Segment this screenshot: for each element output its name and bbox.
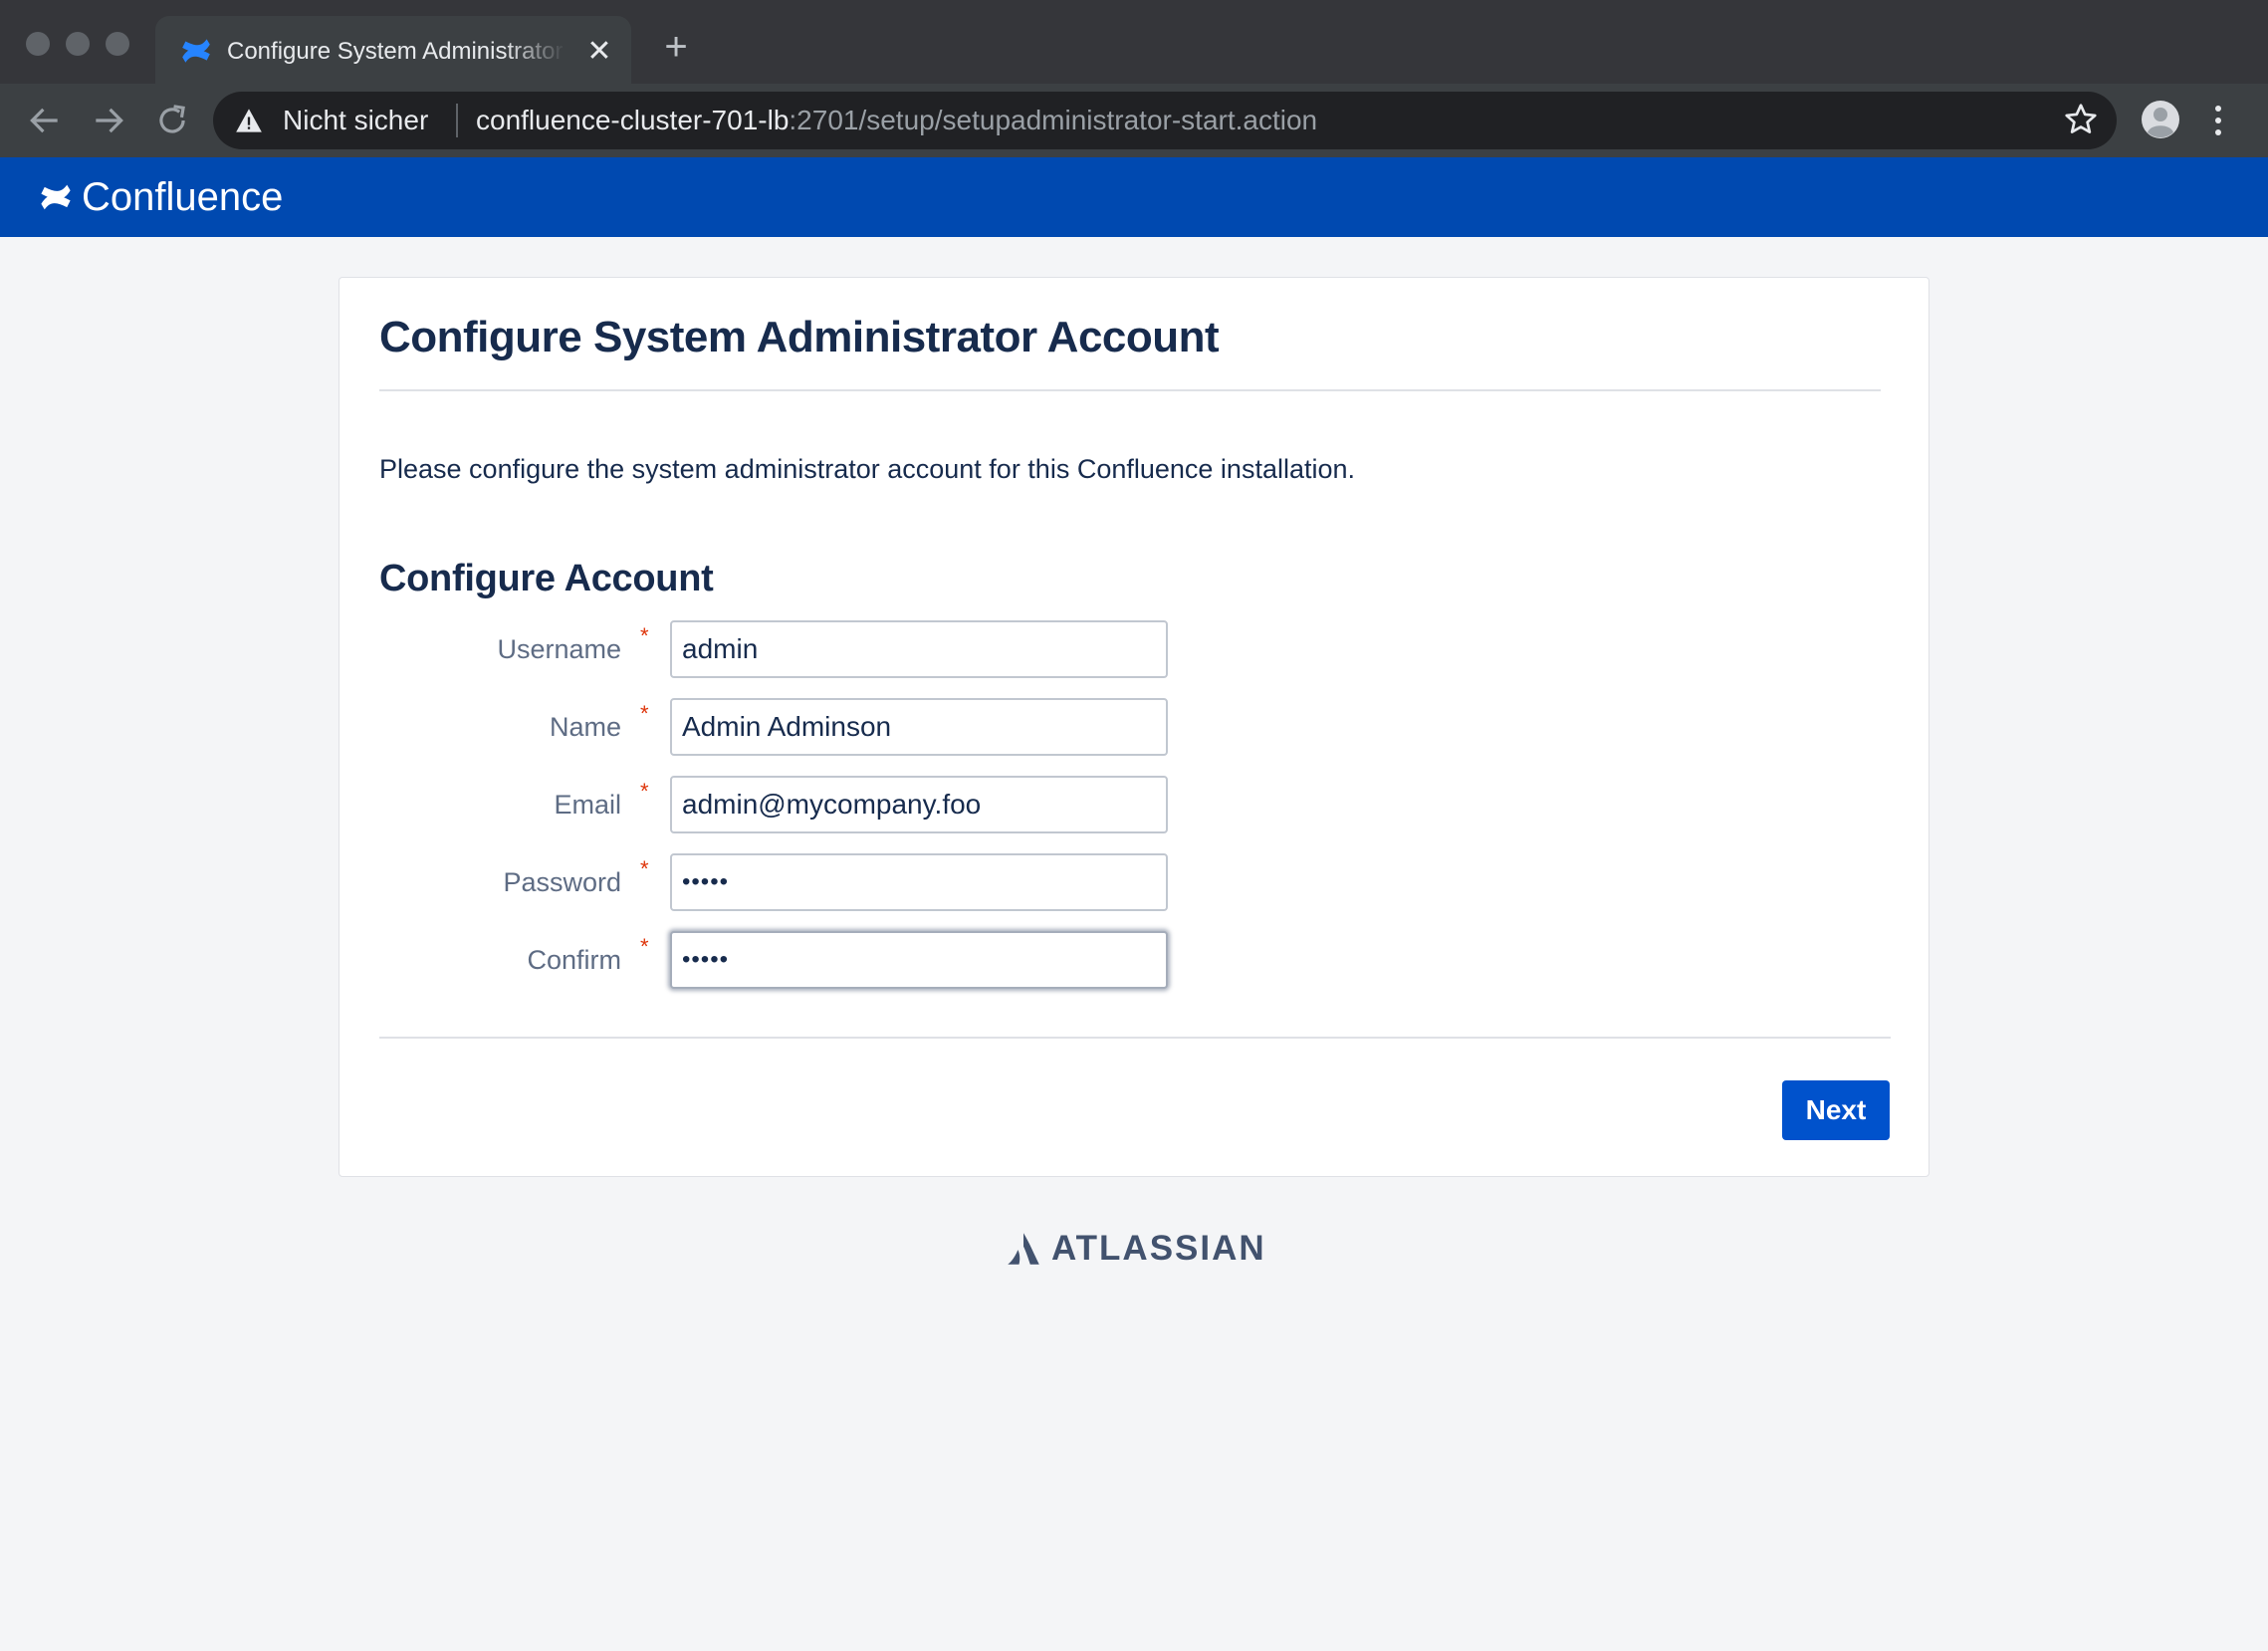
intro-text: Please configure the system administrato… — [379, 454, 1356, 484]
atlassian-brand: ATLASSIAN — [1051, 1229, 1266, 1268]
tab-close-icon[interactable]: ✕ — [583, 36, 615, 68]
email-input[interactable] — [670, 776, 1168, 833]
password-row: Password * — [340, 853, 1236, 911]
confirm-row: Confirm * — [340, 931, 1236, 989]
url-path: :2701/setup/setupadministrator-start.act… — [789, 105, 1318, 135]
required-marker: * — [640, 856, 649, 881]
username-row: Username * — [340, 620, 1236, 678]
required-marker: * — [640, 701, 649, 726]
window-zoom-dot[interactable] — [106, 32, 129, 56]
required-marker: * — [640, 779, 649, 804]
setup-card: Configure System Administrator Account P… — [339, 277, 1929, 1177]
tab-title: Configure System Administrator Account — [227, 38, 566, 65]
kebab-menu-icon[interactable] — [2212, 102, 2224, 139]
required-marker: * — [640, 934, 649, 959]
name-input[interactable] — [670, 698, 1168, 756]
page-title: Configure System Administrator Account — [379, 313, 1220, 361]
address-separator — [456, 104, 458, 137]
profile-icon[interactable] — [2141, 100, 2180, 139]
password-label: Password — [503, 867, 621, 897]
security-status[interactable]: Nicht sicher — [283, 104, 428, 137]
browser-tab[interactable]: Configure System Administrator Account ✕ — [155, 16, 631, 84]
atlassian-logo-icon — [1008, 1233, 1039, 1265]
warning-icon — [236, 109, 262, 132]
browser-toolbar: Nicht sicher confluence-cluster-701-lb:2… — [0, 84, 2268, 158]
star-icon[interactable] — [2063, 102, 2099, 137]
confluence-header: Confluence — [0, 157, 2268, 237]
confirm-label: Confirm — [527, 945, 621, 975]
reload-icon[interactable] — [153, 102, 191, 139]
required-marker: * — [640, 623, 649, 648]
form-footer-divider — [379, 1037, 1891, 1039]
confirm-password-input[interactable] — [670, 931, 1168, 989]
url-host: confluence-cluster-701-lb — [476, 105, 790, 135]
confluence-logo-icon[interactable] — [38, 179, 74, 215]
window-close-dot[interactable] — [26, 32, 50, 56]
name-row: Name * — [340, 698, 1236, 756]
window-minimize-dot[interactable] — [66, 32, 90, 56]
section-title: Configure Account — [379, 558, 714, 599]
username-label: Username — [497, 634, 621, 664]
email-row: Email * — [340, 776, 1236, 833]
next-button[interactable]: Next — [1782, 1080, 1890, 1140]
browser-tab-bar: Configure System Administrator Account ✕… — [0, 0, 2268, 84]
email-label: Email — [554, 790, 621, 820]
url-text[interactable]: confluence-cluster-701-lb:2701/setup/set… — [476, 104, 1317, 137]
password-input[interactable] — [670, 853, 1168, 911]
name-label: Name — [549, 712, 621, 742]
new-tab-icon[interactable]: + — [657, 27, 695, 67]
confluence-favicon-icon — [182, 39, 210, 63]
username-input[interactable] — [670, 620, 1168, 678]
back-arrow-icon[interactable] — [26, 102, 64, 139]
product-name[interactable]: Confluence — [82, 171, 283, 223]
address-bar[interactable]: Nicht sicher confluence-cluster-701-lb:2… — [213, 92, 2117, 149]
title-divider — [379, 389, 1881, 391]
forward-arrow-icon[interactable] — [90, 102, 127, 139]
